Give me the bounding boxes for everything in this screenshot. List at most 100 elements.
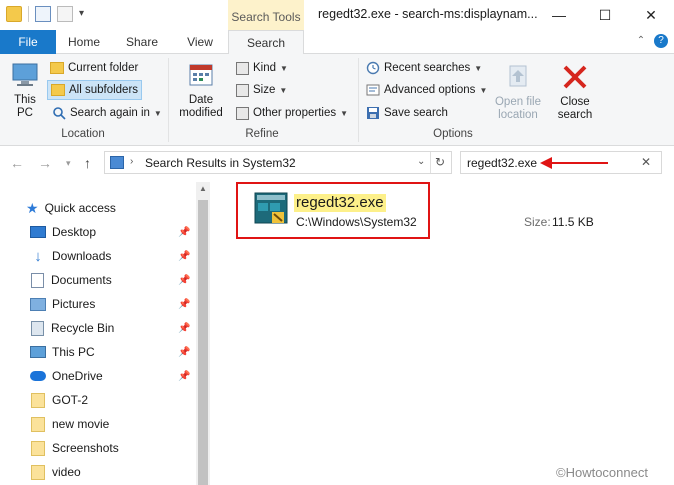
all-subfolders-button[interactable]: All subfolders bbox=[47, 80, 143, 100]
result-item[interactable] bbox=[254, 190, 288, 226]
tab-view[interactable]: View bbox=[174, 30, 226, 54]
search-again-in-button[interactable]: Search again in ▼ bbox=[52, 103, 162, 123]
chevron-down-icon[interactable]: ▾ bbox=[79, 6, 89, 22]
size-button[interactable]: Size ▼ bbox=[236, 80, 287, 100]
address-path[interactable]: Search Results in System32 bbox=[145, 156, 296, 170]
pin-icon[interactable]: 📌 bbox=[178, 275, 190, 286]
folder-icon bbox=[31, 440, 45, 456]
chevron-down-icon: ▼ bbox=[153, 108, 162, 118]
recent-locations-chevron-icon[interactable]: ▾ bbox=[66, 158, 71, 169]
this-pc-button[interactable]: This PC bbox=[6, 60, 44, 120]
date-modified-label: Date modified bbox=[179, 94, 223, 119]
chevron-down-icon: ▼ bbox=[340, 108, 349, 118]
nav-item-label: GOT-2 bbox=[52, 393, 89, 407]
back-arrow-icon[interactable]: ← bbox=[10, 155, 24, 171]
up-arrow-icon[interactable]: ↑ bbox=[84, 155, 91, 171]
other-properties-button[interactable]: Other properties ▼ bbox=[236, 103, 348, 123]
search-icon bbox=[53, 107, 66, 120]
pin-icon[interactable]: 📌 bbox=[178, 251, 190, 262]
open-location-icon bbox=[509, 65, 527, 87]
tab-share[interactable]: Share bbox=[116, 30, 168, 54]
pin-icon[interactable]: 📌 bbox=[178, 299, 190, 310]
advanced-options-button[interactable]: Advanced options ▼ bbox=[366, 80, 487, 100]
close-search-button[interactable]: Close search bbox=[552, 62, 598, 122]
nav-item-downloads[interactable]: ↓ Downloads bbox=[30, 246, 194, 266]
nav-item-got-2[interactable]: GOT-2 bbox=[30, 390, 194, 410]
recent-searches-button[interactable]: Recent searches ▼ bbox=[366, 58, 482, 78]
close-icon bbox=[563, 65, 587, 89]
window-title: regedt32.exe - search-ms:displaynam... bbox=[318, 7, 538, 21]
date-modified-button[interactable]: Date modified bbox=[172, 60, 230, 120]
save-search-button[interactable]: Save search bbox=[366, 103, 448, 123]
search-again-in-label: Search again in bbox=[70, 107, 150, 119]
close-search-label: Close search bbox=[557, 96, 593, 121]
chevron-down-icon: ▼ bbox=[279, 85, 288, 95]
nav-item-pictures[interactable]: Pictures bbox=[30, 294, 194, 314]
nav-item-new-movie[interactable]: new movie bbox=[30, 414, 194, 434]
nav-item-screenshots[interactable]: Screenshots bbox=[30, 438, 194, 458]
breadcrumb-chevron-icon[interactable]: › bbox=[130, 156, 133, 167]
address-bar[interactable]: › Search Results in System32 › ⌄ ↻ bbox=[104, 151, 452, 174]
tab-search[interactable]: Search bbox=[228, 30, 304, 55]
minimize-button[interactable]: — bbox=[536, 0, 582, 30]
nav-item-onedrive[interactable]: OneDrive bbox=[30, 366, 194, 386]
star-icon: ★ bbox=[26, 199, 39, 216]
help-icon[interactable]: ? bbox=[654, 34, 668, 48]
pin-icon[interactable]: 📌 bbox=[178, 227, 190, 238]
current-folder-button[interactable]: Current folder bbox=[50, 58, 138, 78]
refine-group-label: Refine bbox=[245, 128, 279, 140]
nav-item-label: Recycle Bin bbox=[51, 321, 115, 335]
result-file-name[interactable]: regedt32.exe bbox=[294, 194, 386, 212]
pin-icon[interactable]: 📌 bbox=[178, 347, 190, 358]
document-icon bbox=[31, 272, 44, 288]
separator bbox=[28, 6, 29, 22]
kind-icon bbox=[236, 61, 249, 75]
nav-item-desktop[interactable]: Desktop bbox=[30, 222, 194, 242]
nav-item-video[interactable]: video bbox=[30, 462, 194, 482]
result-size-label: Size: bbox=[524, 215, 551, 229]
search-input[interactable]: regedt32.exe bbox=[467, 156, 537, 170]
download-icon: ↓ bbox=[34, 247, 42, 265]
ribbon: This PC Current folder All subfolders Se… bbox=[0, 54, 674, 146]
pin-icon[interactable]: 📌 bbox=[178, 323, 190, 334]
new-folder-icon[interactable] bbox=[57, 6, 73, 22]
nav-item-this-pc[interactable]: This PC bbox=[30, 342, 194, 362]
tab-home[interactable]: Home bbox=[58, 30, 110, 54]
open-file-location-button[interactable]: Open file location bbox=[490, 62, 546, 122]
subfolders-icon bbox=[51, 84, 65, 96]
save-search-label: Save search bbox=[384, 107, 448, 119]
nav-item-quick-access[interactable]: ★ Quick access bbox=[26, 198, 190, 218]
nav-item-label: Quick access bbox=[44, 201, 116, 215]
scrollbar-thumb[interactable] bbox=[198, 200, 208, 485]
size-icon bbox=[236, 83, 249, 97]
maximize-button[interactable]: ☐ bbox=[582, 0, 628, 30]
kind-label: Kind bbox=[253, 62, 277, 74]
pin-icon[interactable]: 📌 bbox=[178, 371, 190, 382]
properties-icon[interactable] bbox=[35, 6, 51, 22]
collapse-ribbon-icon[interactable]: ⌃ bbox=[634, 34, 648, 48]
breadcrumb-chevron-icon[interactable]: › bbox=[292, 156, 295, 167]
close-window-button[interactable]: ✕ bbox=[628, 0, 674, 30]
nav-item-recycle-bin[interactable]: Recycle Bin bbox=[30, 318, 194, 338]
address-dropdown-icon[interactable]: ⌄ bbox=[417, 156, 425, 167]
advanced-options-label: Advanced options bbox=[384, 84, 476, 96]
folder-icon bbox=[6, 6, 22, 22]
quick-access-toolbar: ▾ bbox=[6, 6, 89, 22]
recycle-bin-icon bbox=[31, 320, 44, 336]
title-bar: ▾ Search Tools regedt32.exe - search-ms:… bbox=[0, 0, 674, 30]
this-pc-label: This PC bbox=[14, 94, 36, 119]
result-file-path: C:\Windows\System32 bbox=[296, 215, 417, 229]
ribbon-tabs: File Home Share View Search ⌃ ? bbox=[0, 30, 674, 55]
pictures-icon bbox=[30, 297, 46, 311]
nav-pane-scrollbar[interactable]: ▲ bbox=[196, 182, 210, 485]
chevron-down-icon: ▼ bbox=[280, 63, 288, 73]
tab-file[interactable]: File bbox=[0, 30, 56, 54]
computer-icon bbox=[30, 346, 46, 358]
nav-item-label: OneDrive bbox=[52, 369, 103, 383]
kind-button[interactable]: Kind ▼ bbox=[236, 58, 288, 78]
scroll-up-icon[interactable]: ▲ bbox=[196, 184, 210, 193]
refresh-icon[interactable]: ↻ bbox=[435, 155, 445, 169]
forward-arrow-icon[interactable]: → bbox=[38, 155, 52, 171]
clear-search-icon[interactable]: ✕ bbox=[641, 155, 651, 169]
nav-item-documents[interactable]: Documents bbox=[30, 270, 194, 290]
